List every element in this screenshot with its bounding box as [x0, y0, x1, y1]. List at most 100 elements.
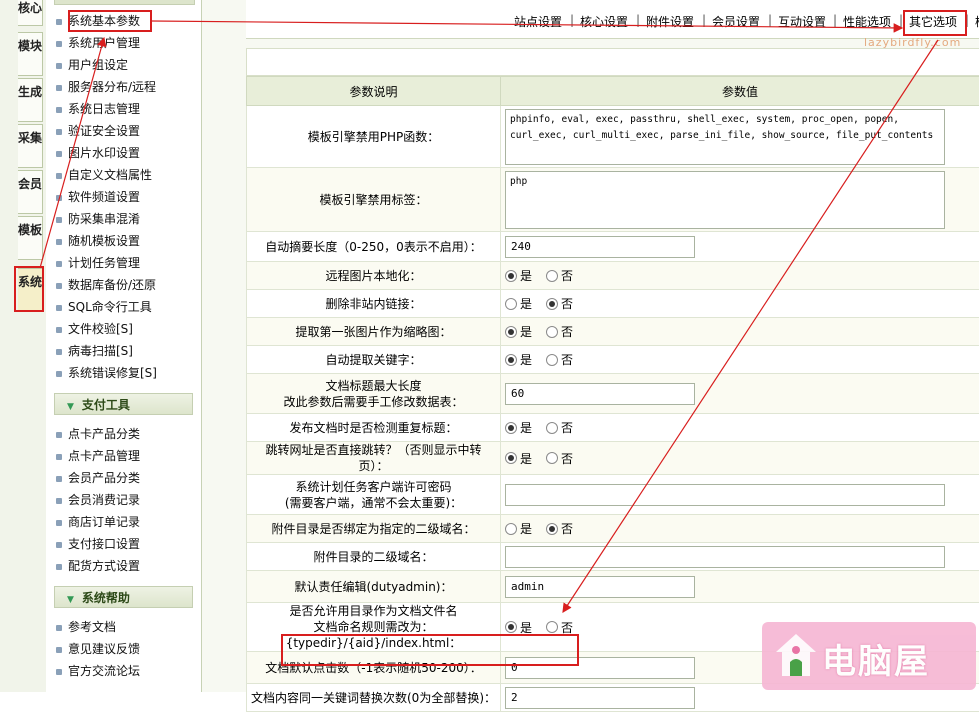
param-label: 跳转网址是否直接跳转？（否则显示中转页）： [247, 442, 501, 475]
radio-yes[interactable] [505, 452, 517, 464]
param-input[interactable] [505, 484, 945, 506]
menu-item[interactable]: 自定义文档属性 [56, 165, 152, 185]
radio-yes-label: 是 [520, 421, 532, 435]
menu-item[interactable]: 点卡产品管理 [56, 446, 140, 466]
tab-4[interactable]: 互动设置 [778, 13, 826, 30]
radio-no[interactable] [546, 422, 558, 434]
menu-item-label: 服务器分布/远程 [68, 80, 156, 94]
menu-item[interactable]: 软件频道设置 [56, 187, 140, 207]
vtab-system[interactable]: 系统 [18, 268, 43, 312]
tab-separator: | [965, 13, 969, 27]
param-label: 默认责任编辑(dutyadmin)： [247, 571, 501, 603]
menu-item[interactable]: 参考文档 [56, 617, 116, 637]
menu-item[interactable]: 计划任务管理 [56, 253, 140, 273]
param-label: 删除非站内链接： [247, 290, 501, 318]
vtab-member[interactable]: 会员 [18, 170, 43, 214]
tab-2[interactable]: 附件设置 [646, 13, 694, 30]
menu-item[interactable]: 病毒扫描[S] [56, 341, 133, 361]
radio-yes-label: 是 [520, 522, 532, 536]
param-label: 远程图片本地化： [247, 262, 501, 290]
param-label-text: 文档标题最大长度 [251, 378, 496, 394]
param-label: 提取第一张图片作为缩略图： [247, 318, 501, 346]
radio-yes[interactable] [505, 354, 517, 366]
param-textarea[interactable]: phpinfo, eval, exec, passthru, shell_exe… [505, 109, 945, 165]
vtab-module[interactable]: 模块 [18, 32, 43, 76]
menu-item-label: 随机模板设置 [68, 234, 140, 248]
param-value: 60 [501, 374, 979, 414]
tab-1[interactable]: 核心设置 [580, 13, 628, 30]
menu-item[interactable]: 文件校验[S] [56, 319, 133, 339]
param-input[interactable]: 240 [505, 236, 695, 258]
menu-item-label: SQL命令行工具 [68, 300, 152, 314]
param-textarea[interactable]: php [505, 171, 945, 229]
param-label-text: 自动提取关键字： [251, 352, 496, 368]
param-input[interactable] [505, 546, 945, 568]
param-label-text: 模板引擎禁用标签： [251, 192, 496, 208]
menu-item[interactable]: 系统基本参数 [56, 11, 140, 31]
bullet-icon [56, 454, 62, 460]
param-label-text: 跳转网址是否直接跳转？（否则显示中转页）： [251, 442, 496, 474]
radio-no-label: 否 [561, 269, 573, 283]
radio-yes[interactable] [505, 523, 517, 535]
radio-no[interactable] [546, 452, 558, 464]
bullet-icon [56, 239, 62, 245]
tab-separator: | [702, 13, 706, 27]
group-header-pay[interactable]: ▼支付工具 [54, 393, 193, 415]
vtab-collect[interactable]: 采集 [18, 124, 43, 168]
menu-item[interactable]: 官方交流论坛 [56, 661, 140, 681]
radio-yes[interactable] [505, 298, 517, 310]
radio-yes[interactable] [505, 621, 517, 633]
menu-item[interactable]: SQL命令行工具 [56, 297, 152, 317]
radio-no-label: 否 [561, 421, 573, 435]
menu-item[interactable]: 数据库备份/还原 [56, 275, 156, 295]
menu-item[interactable]: 系统错误修复[S] [56, 363, 157, 383]
menu-item[interactable]: 系统日志管理 [56, 99, 140, 119]
logo-text: 电脑屋 [822, 634, 930, 683]
menu-item[interactable]: 图片水印设置 [56, 143, 140, 163]
radio-no[interactable] [546, 270, 558, 282]
param-input[interactable]: 60 [505, 383, 695, 405]
menu-item[interactable]: 系统用户管理 [56, 33, 140, 53]
radio-no[interactable] [546, 326, 558, 338]
tab-3[interactable]: 会员设置 [712, 13, 760, 30]
param-input[interactable]: 2 [505, 687, 695, 709]
bullet-icon [56, 151, 62, 157]
radio-yes-label: 是 [520, 269, 532, 283]
menu-item[interactable]: 支付接口设置 [56, 534, 140, 554]
param-label-text: 发布文档时是否检测重复标题： [251, 420, 496, 436]
vtab-template[interactable]: 模板 [18, 216, 43, 260]
menu-item[interactable]: 配货方式设置 [56, 556, 140, 576]
param-input[interactable]: admin [505, 576, 695, 598]
radio-no[interactable] [546, 523, 558, 535]
radio-yes[interactable] [505, 422, 517, 434]
menu-item[interactable]: 商店订单记录 [56, 512, 140, 532]
group-header-help[interactable]: ▼系统帮助 [54, 586, 193, 608]
radio-no[interactable] [546, 354, 558, 366]
menu-item[interactable]: 会员产品分类 [56, 468, 140, 488]
tab-separator: | [833, 13, 837, 27]
menu-item[interactable]: 用户组设定 [56, 55, 128, 75]
tab-6[interactable]: 其它选项 [909, 13, 957, 30]
menu-item[interactable]: 验证安全设置 [56, 121, 140, 141]
param-input[interactable]: 0 [505, 657, 695, 679]
tab-5[interactable]: 性能选项 [843, 13, 891, 30]
vtab-generate[interactable]: 生成 [18, 78, 43, 122]
menu-item[interactable]: 防采集串混淆 [56, 209, 140, 229]
tab-0[interactable]: 站点设置 [514, 13, 562, 30]
menu-item[interactable]: 会员消费记录 [56, 490, 140, 510]
radio-no[interactable] [546, 298, 558, 310]
bullet-icon [56, 625, 62, 631]
settings-tab-bar: 站点设置|核心设置|附件设置|会员设置|互动设置|性能选项|其它选项|模 [246, 0, 979, 39]
tab-7[interactable]: 模 [975, 13, 979, 30]
menu-item[interactable]: 随机模板设置 [56, 231, 140, 251]
menu-item[interactable]: 点卡产品分类 [56, 424, 140, 444]
main-panel: 站点设置|核心设置|附件设置|会员设置|互动设置|性能选项|其它选项|模 laz… [202, 0, 979, 692]
menu-item[interactable]: 服务器分布/远程 [56, 77, 156, 97]
vtab-core[interactable]: 核心 [18, 0, 43, 26]
param-label: 文档默认点击数（-1表示随机50-200）： [247, 652, 501, 684]
radio-yes[interactable] [505, 270, 517, 282]
menu-item[interactable]: 意见建议反馈 [56, 639, 140, 659]
menu-item-label: 点卡产品管理 [68, 449, 140, 463]
radio-yes[interactable] [505, 326, 517, 338]
radio-no[interactable] [546, 621, 558, 633]
